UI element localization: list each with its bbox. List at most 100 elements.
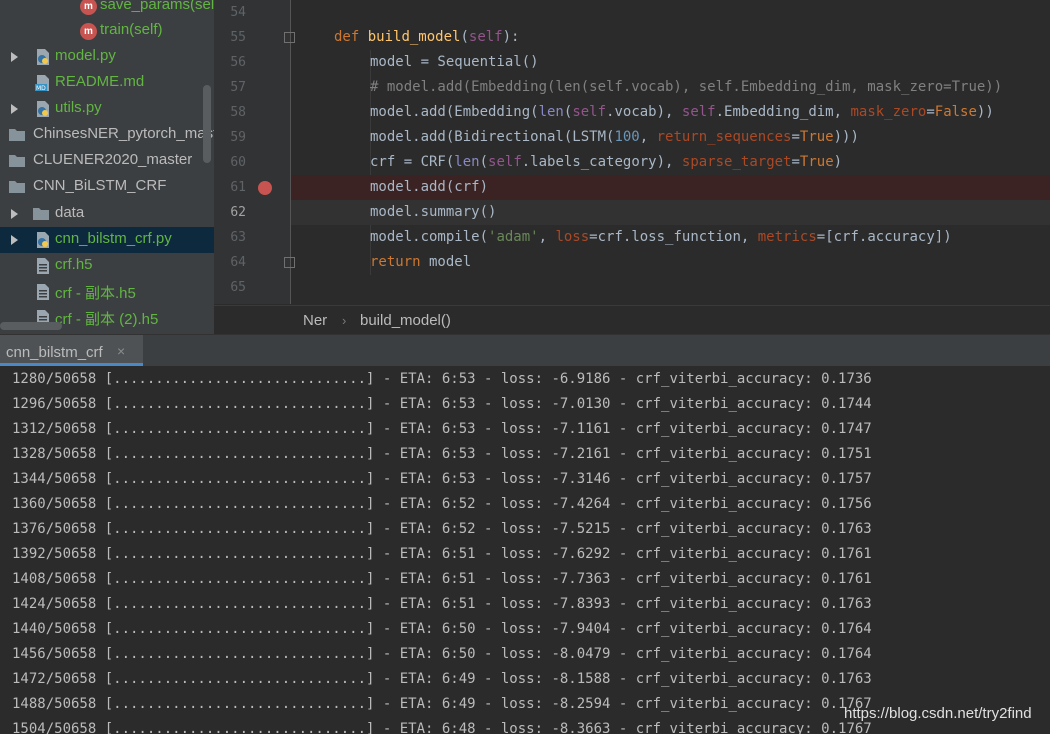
code-token: build_model <box>367 29 461 45</box>
tree-item-cnn-bilstm-crf[interactable]: CNN_BiLSTM_CRF <box>0 174 214 200</box>
code-line-57[interactable]: # model.add(Embedding(len(self.vocab), s… <box>291 75 1050 100</box>
folder-icon <box>33 208 49 220</box>
tree-item-label: utils.py <box>55 99 102 116</box>
code-token: = <box>791 129 800 145</box>
console-line: 1472/50658 [............................… <box>12 671 872 687</box>
tree-item-label: CNN_BiLSTM_CRF <box>33 177 167 194</box>
code-token: model = Sequential() <box>370 54 539 70</box>
code-token: True <box>799 129 834 145</box>
console-line: 1392/50658 [............................… <box>12 546 872 562</box>
code-line-64[interactable]: return model <box>291 250 1050 275</box>
line-number: 58 <box>230 105 246 120</box>
line-number: 63 <box>230 230 246 245</box>
chevron-right-icon[interactable] <box>11 52 18 62</box>
tree-item-crf-h5[interactable]: crf.h5 <box>0 253 214 279</box>
python-file-icon <box>37 49 49 65</box>
run-tab[interactable]: cnn_bilstm_crf × <box>0 335 143 366</box>
run-tab-label: cnn_bilstm_crf <box>6 344 103 361</box>
code-token: = <box>791 154 800 170</box>
code-token: )) <box>976 104 994 120</box>
code-token: metrics <box>757 229 817 245</box>
tree-item-crf-copy-h5[interactable]: crf - 副本.h5 <box>0 279 214 305</box>
code-comment: # model.add(Embedding(len(self.vocab), s… <box>370 79 1003 95</box>
console-line: 1504/50658 [............................… <box>12 721 872 734</box>
code-token: False <box>934 104 977 120</box>
line-number: 55 <box>230 30 246 45</box>
chevron-right-icon[interactable] <box>11 235 18 245</box>
console-line: 1360/50658 [............................… <box>12 496 872 512</box>
console-line: 1280/50658 [............................… <box>12 371 872 387</box>
tree-item-data[interactable]: data <box>0 201 214 227</box>
python-file-icon <box>37 232 49 248</box>
breadcrumb-item[interactable]: Ner <box>303 312 327 329</box>
code-line-60[interactable]: crf = CRF(len(self.labels_category), spa… <box>291 150 1050 175</box>
code-token: sparse_target <box>681 154 792 170</box>
chevron-right-icon[interactable] <box>11 104 18 114</box>
code-token: = <box>926 104 935 120</box>
code-token: model.summary() <box>370 204 497 220</box>
tree-item-label: README.md <box>55 73 145 90</box>
tree-item-train[interactable]: m train(self) <box>0 18 214 44</box>
code-token: def <box>334 29 360 45</box>
svg-text:MD: MD <box>36 85 46 92</box>
code-token: , <box>639 129 657 145</box>
code-line-55[interactable]: def build_model(self): <box>291 25 1050 50</box>
run-console[interactable]: 1280/50658 [............................… <box>0 366 1050 734</box>
file-icon <box>37 258 49 274</box>
code-token: .Embedding_dim, <box>715 104 851 120</box>
tree-item-readme[interactable]: MD README.md <box>0 70 214 96</box>
tree-item-label: crf - 副本.h5 <box>55 285 136 302</box>
tree-item-cluener[interactable]: CLUENER2020_master <box>0 148 214 174</box>
code-token: self <box>468 29 503 45</box>
code-line-58[interactable]: model.add(Embedding(len(self.vocab), sel… <box>291 100 1050 125</box>
code-token: ): <box>502 29 520 45</box>
line-number: 65 <box>230 280 246 295</box>
python-file-icon <box>37 101 49 117</box>
code-token: True <box>799 154 834 170</box>
code-token: ))) <box>833 129 859 145</box>
markdown-file-icon: MD <box>35 75 49 92</box>
tree-item-label: save_params(self) <box>100 0 214 13</box>
code-line-63[interactable]: model.compile('adam', loss=crf.loss_func… <box>291 225 1050 250</box>
code-token: .vocab), <box>606 104 682 120</box>
breadcrumb-item[interactable]: build_model() <box>360 312 451 329</box>
folder-icon <box>9 181 25 193</box>
line-number: 60 <box>230 155 246 170</box>
folder-icon <box>9 129 25 141</box>
method-icon: m <box>80 23 97 40</box>
tree-item-label: data <box>55 204 85 221</box>
folder-icon <box>9 155 25 167</box>
code-token: len <box>538 104 564 120</box>
tree-item-utils-py[interactable]: utils.py <box>0 96 214 122</box>
code-line-59[interactable]: model.add(Bidirectional(LSTM(100, return… <box>291 125 1050 150</box>
code-token: crf = CRF( <box>370 154 455 170</box>
code-token: self <box>572 104 607 120</box>
tree-vertical-scrollbar[interactable] <box>203 85 211 163</box>
tree-item-label: cnn_bilstm_crf.py <box>55 230 172 247</box>
tree-item-label: crf - 副本 (2).h5 <box>55 311 159 328</box>
tree-item-label: model.py <box>55 47 116 64</box>
code-token: model.compile( <box>370 229 489 245</box>
file-icon <box>37 284 49 300</box>
line-number: 54 <box>230 5 246 20</box>
console-line: 1424/50658 [............................… <box>12 596 872 612</box>
code-line-61[interactable]: model.add(crf) <box>291 175 1050 200</box>
tree-horizontal-scrollbar[interactable] <box>0 322 62 330</box>
tree-item-chinsesner[interactable]: ChinsesNER_pytorch_master <box>0 122 214 148</box>
breakpoint-icon[interactable] <box>258 181 272 195</box>
code-token: , <box>538 229 556 245</box>
code-token: self <box>681 104 716 120</box>
tree-item-save-params[interactable]: m save_params(self) <box>0 0 214 19</box>
code-token: .labels_category), <box>521 154 682 170</box>
line-number: 57 <box>230 80 246 95</box>
tree-item-cnn-bilstm-crf-py[interactable]: cnn_bilstm_crf.py <box>0 227 214 253</box>
code-token: ( <box>479 154 489 170</box>
chevron-right-icon[interactable] <box>11 209 18 219</box>
code-token: 'adam' <box>488 229 539 245</box>
code-token: model.add(Bidirectional(LSTM( <box>370 129 615 145</box>
code-line-56[interactable]: model = Sequential() <box>291 50 1050 75</box>
tree-item-model-py[interactable]: model.py <box>0 44 214 70</box>
console-line: 1408/50658 [............................… <box>12 571 872 587</box>
close-icon[interactable]: × <box>117 343 125 359</box>
code-line-62[interactable]: model.summary() <box>291 200 1050 225</box>
